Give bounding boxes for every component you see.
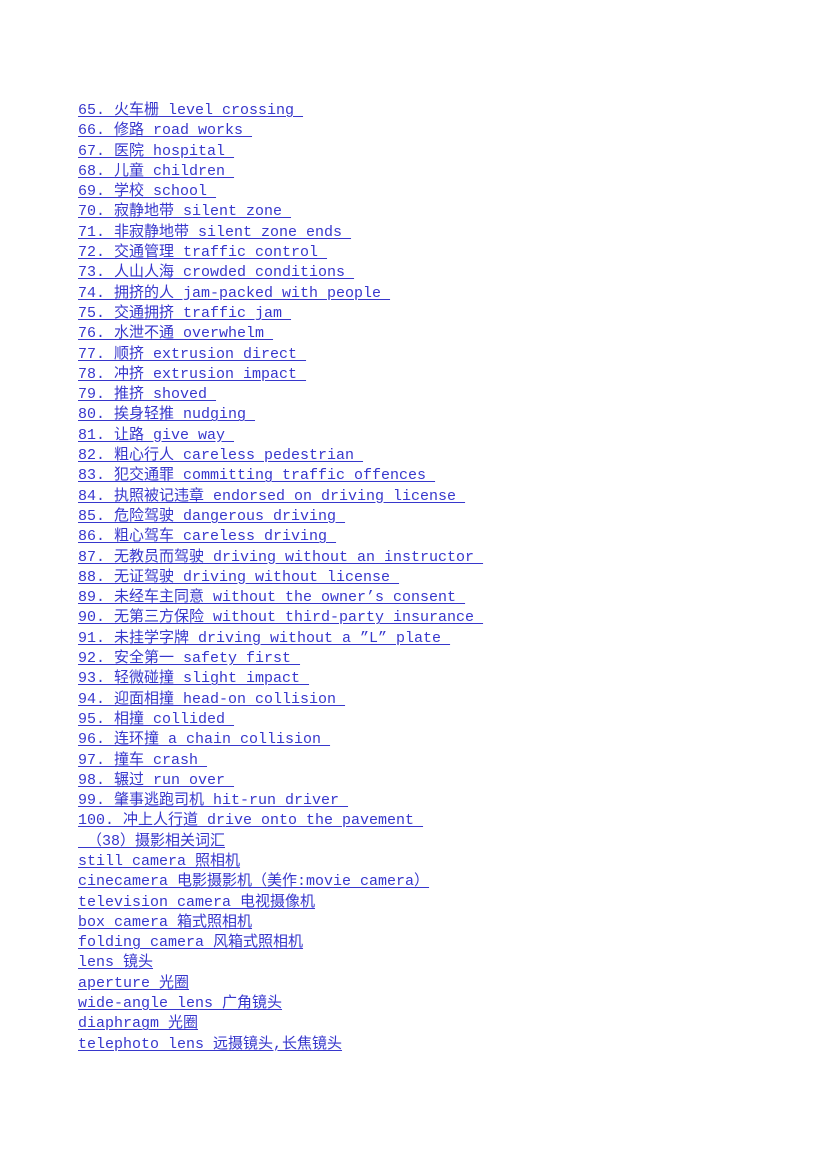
line-71[interactable]: 71. 非寂静地带 silent zone ends	[78, 223, 351, 243]
line-65[interactable]: 65. 火车栅 level crossing	[78, 101, 303, 121]
line-79[interactable]: 79. 推挤 shoved	[78, 385, 216, 405]
line-97[interactable]: 97. 撞车 crash	[78, 751, 207, 771]
line-lens[interactable]: lens 镜头	[78, 953, 153, 973]
line-99[interactable]: 99. 肇事逃跑司机 hit-run driver	[78, 791, 348, 811]
line-95[interactable]: 95. 相撞 collided	[78, 710, 234, 730]
line-70[interactable]: 70. 寂静地带 silent zone	[78, 202, 291, 222]
line-diaphragm[interactable]: diaphragm 光圈	[78, 1014, 198, 1034]
line-81[interactable]: 81. 让路 give way	[78, 426, 234, 446]
line-folding-camera[interactable]: folding camera 风箱式照相机	[78, 933, 303, 953]
line-telephoto-lens[interactable]: telephoto lens 远摄镜头,长焦镜头	[78, 1035, 342, 1055]
line-88[interactable]: 88. 无证驾驶 driving without license	[78, 568, 399, 588]
section-heading-38[interactable]: （38）摄影相关词汇	[78, 832, 225, 852]
line-74[interactable]: 74. 拥挤的人 jam-packed with people	[78, 284, 390, 304]
line-83[interactable]: 83. 犯交通罪 committing traffic offences	[78, 466, 435, 486]
line-85[interactable]: 85. 危险驾驶 dangerous driving	[78, 507, 345, 527]
line-93[interactable]: 93. 轻微碰撞 slight impact	[78, 669, 309, 689]
line-67[interactable]: 67. 医院 hospital	[78, 142, 234, 162]
line-89[interactable]: 89. 未经车主同意 without the owner’s consent	[78, 588, 465, 608]
line-aperture[interactable]: aperture 光圈	[78, 974, 189, 994]
line-73[interactable]: 73. 人山人海 crowded conditions	[78, 263, 354, 283]
document-page: 65. 火车栅 level crossing 66. 修路 road works…	[0, 0, 827, 1170]
line-still-camera[interactable]: still camera 照相机	[78, 852, 240, 872]
line-98[interactable]: 98. 辗过 run over	[78, 771, 234, 791]
line-wide-angle-lens[interactable]: wide-angle lens 广角镜头	[78, 994, 282, 1014]
line-television-camera[interactable]: television camera 电视摄像机	[78, 893, 315, 913]
line-84[interactable]: 84. 执照被记违章 endorsed on driving license	[78, 487, 465, 507]
line-90[interactable]: 90. 无第三方保险 without third-party insurance	[78, 608, 483, 628]
line-77[interactable]: 77. 顺挤 extrusion direct	[78, 345, 306, 365]
line-86[interactable]: 86. 粗心驾车 careless driving	[78, 527, 336, 547]
line-80[interactable]: 80. 挨身轻推 nudging	[78, 405, 255, 425]
line-66[interactable]: 66. 修路 road works	[78, 121, 252, 141]
line-76[interactable]: 76. 水泄不通 overwhelm	[78, 324, 273, 344]
line-100[interactable]: 100. 冲上人行道 drive onto the pavement	[78, 811, 423, 831]
line-cinecamera[interactable]: cinecamera 电影摄影机（美作:movie camera）	[78, 872, 429, 892]
line-78[interactable]: 78. 冲挤 extrusion impact	[78, 365, 306, 385]
vocabulary-list: 65. 火车栅 level crossing 66. 修路 road works…	[78, 101, 778, 1055]
line-94[interactable]: 94. 迎面相撞 head-on collision	[78, 690, 345, 710]
line-box-camera[interactable]: box camera 箱式照相机	[78, 913, 252, 933]
line-68[interactable]: 68. 儿童 children	[78, 162, 234, 182]
line-75[interactable]: 75. 交通拥挤 traffic jam	[78, 304, 291, 324]
line-82[interactable]: 82. 粗心行人 careless pedestrian	[78, 446, 363, 466]
line-69[interactable]: 69. 学校 school	[78, 182, 216, 202]
line-87[interactable]: 87. 无教员而驾驶 driving without an instructor	[78, 548, 483, 568]
line-92[interactable]: 92. 安全第一 safety first	[78, 649, 300, 669]
line-72[interactable]: 72. 交通管理 traffic control	[78, 243, 327, 263]
line-96[interactable]: 96. 连环撞 a chain collision	[78, 730, 330, 750]
line-91[interactable]: 91. 未挂学字牌 driving without a ”L” plate	[78, 629, 450, 649]
